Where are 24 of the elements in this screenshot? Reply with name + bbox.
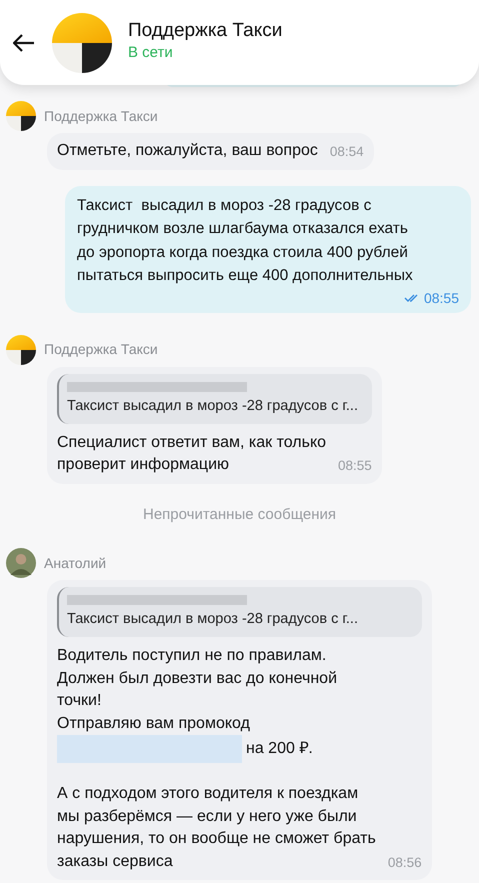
- person-avatar: [6, 548, 36, 578]
- message-time: 08:55: [424, 288, 459, 308]
- message-text: А с подходом этого водителя к поездкам мы разберёмся — если у него уже были нарушения, то он вообще не сможет брать заказы сервиса: [57, 784, 376, 872]
- unread-divider: Непрочитанные сообщения: [143, 504, 336, 524]
- quoted-text: Таксист высадил в мороз -28 градусов с г...: [67, 396, 359, 416]
- message-text: на 200 ₽.: [246, 739, 313, 759]
- chat-title: Поддержка Такси: [128, 18, 282, 42]
- sender-name: Поддержка Такси: [44, 340, 158, 359]
- logo-avatar: [6, 334, 36, 364]
- reply-quote[interactable]: Таксист высадил в мороз -28 градусов с г...: [57, 587, 422, 637]
- message-text: Отметьте, пожалуйста, ваш вопрос: [57, 141, 318, 161]
- message-text: Таксист высадил в мороз -28 градусов с грудничком возле шлагбаума отказался ехать до эропорта когда поездка стоила 400 рублей пытаться выпросить еще 400 дополнительных: [77, 196, 414, 286]
- message-time: 08:56: [388, 854, 422, 872]
- logo-avatar: [52, 12, 112, 72]
- online-status: В сети: [128, 42, 174, 62]
- sender-name: Поддержка Такси: [44, 106, 158, 126]
- logo-avatar: [6, 101, 36, 131]
- message-time: 08:55: [338, 457, 372, 476]
- quoted-text: Таксист высадил в мороз -28 градусов с г...: [67, 610, 359, 629]
- message-time: 08:54: [330, 143, 364, 162]
- message-text: Специалист ответит вам, как только проверит информацию: [57, 432, 326, 475]
- back-arrow-icon: [13, 34, 35, 52]
- reply-quote[interactable]: Таксист высадил в мороз -28 градусов с г...: [57, 374, 372, 424]
- sender-name: Анатолий: [44, 554, 106, 572]
